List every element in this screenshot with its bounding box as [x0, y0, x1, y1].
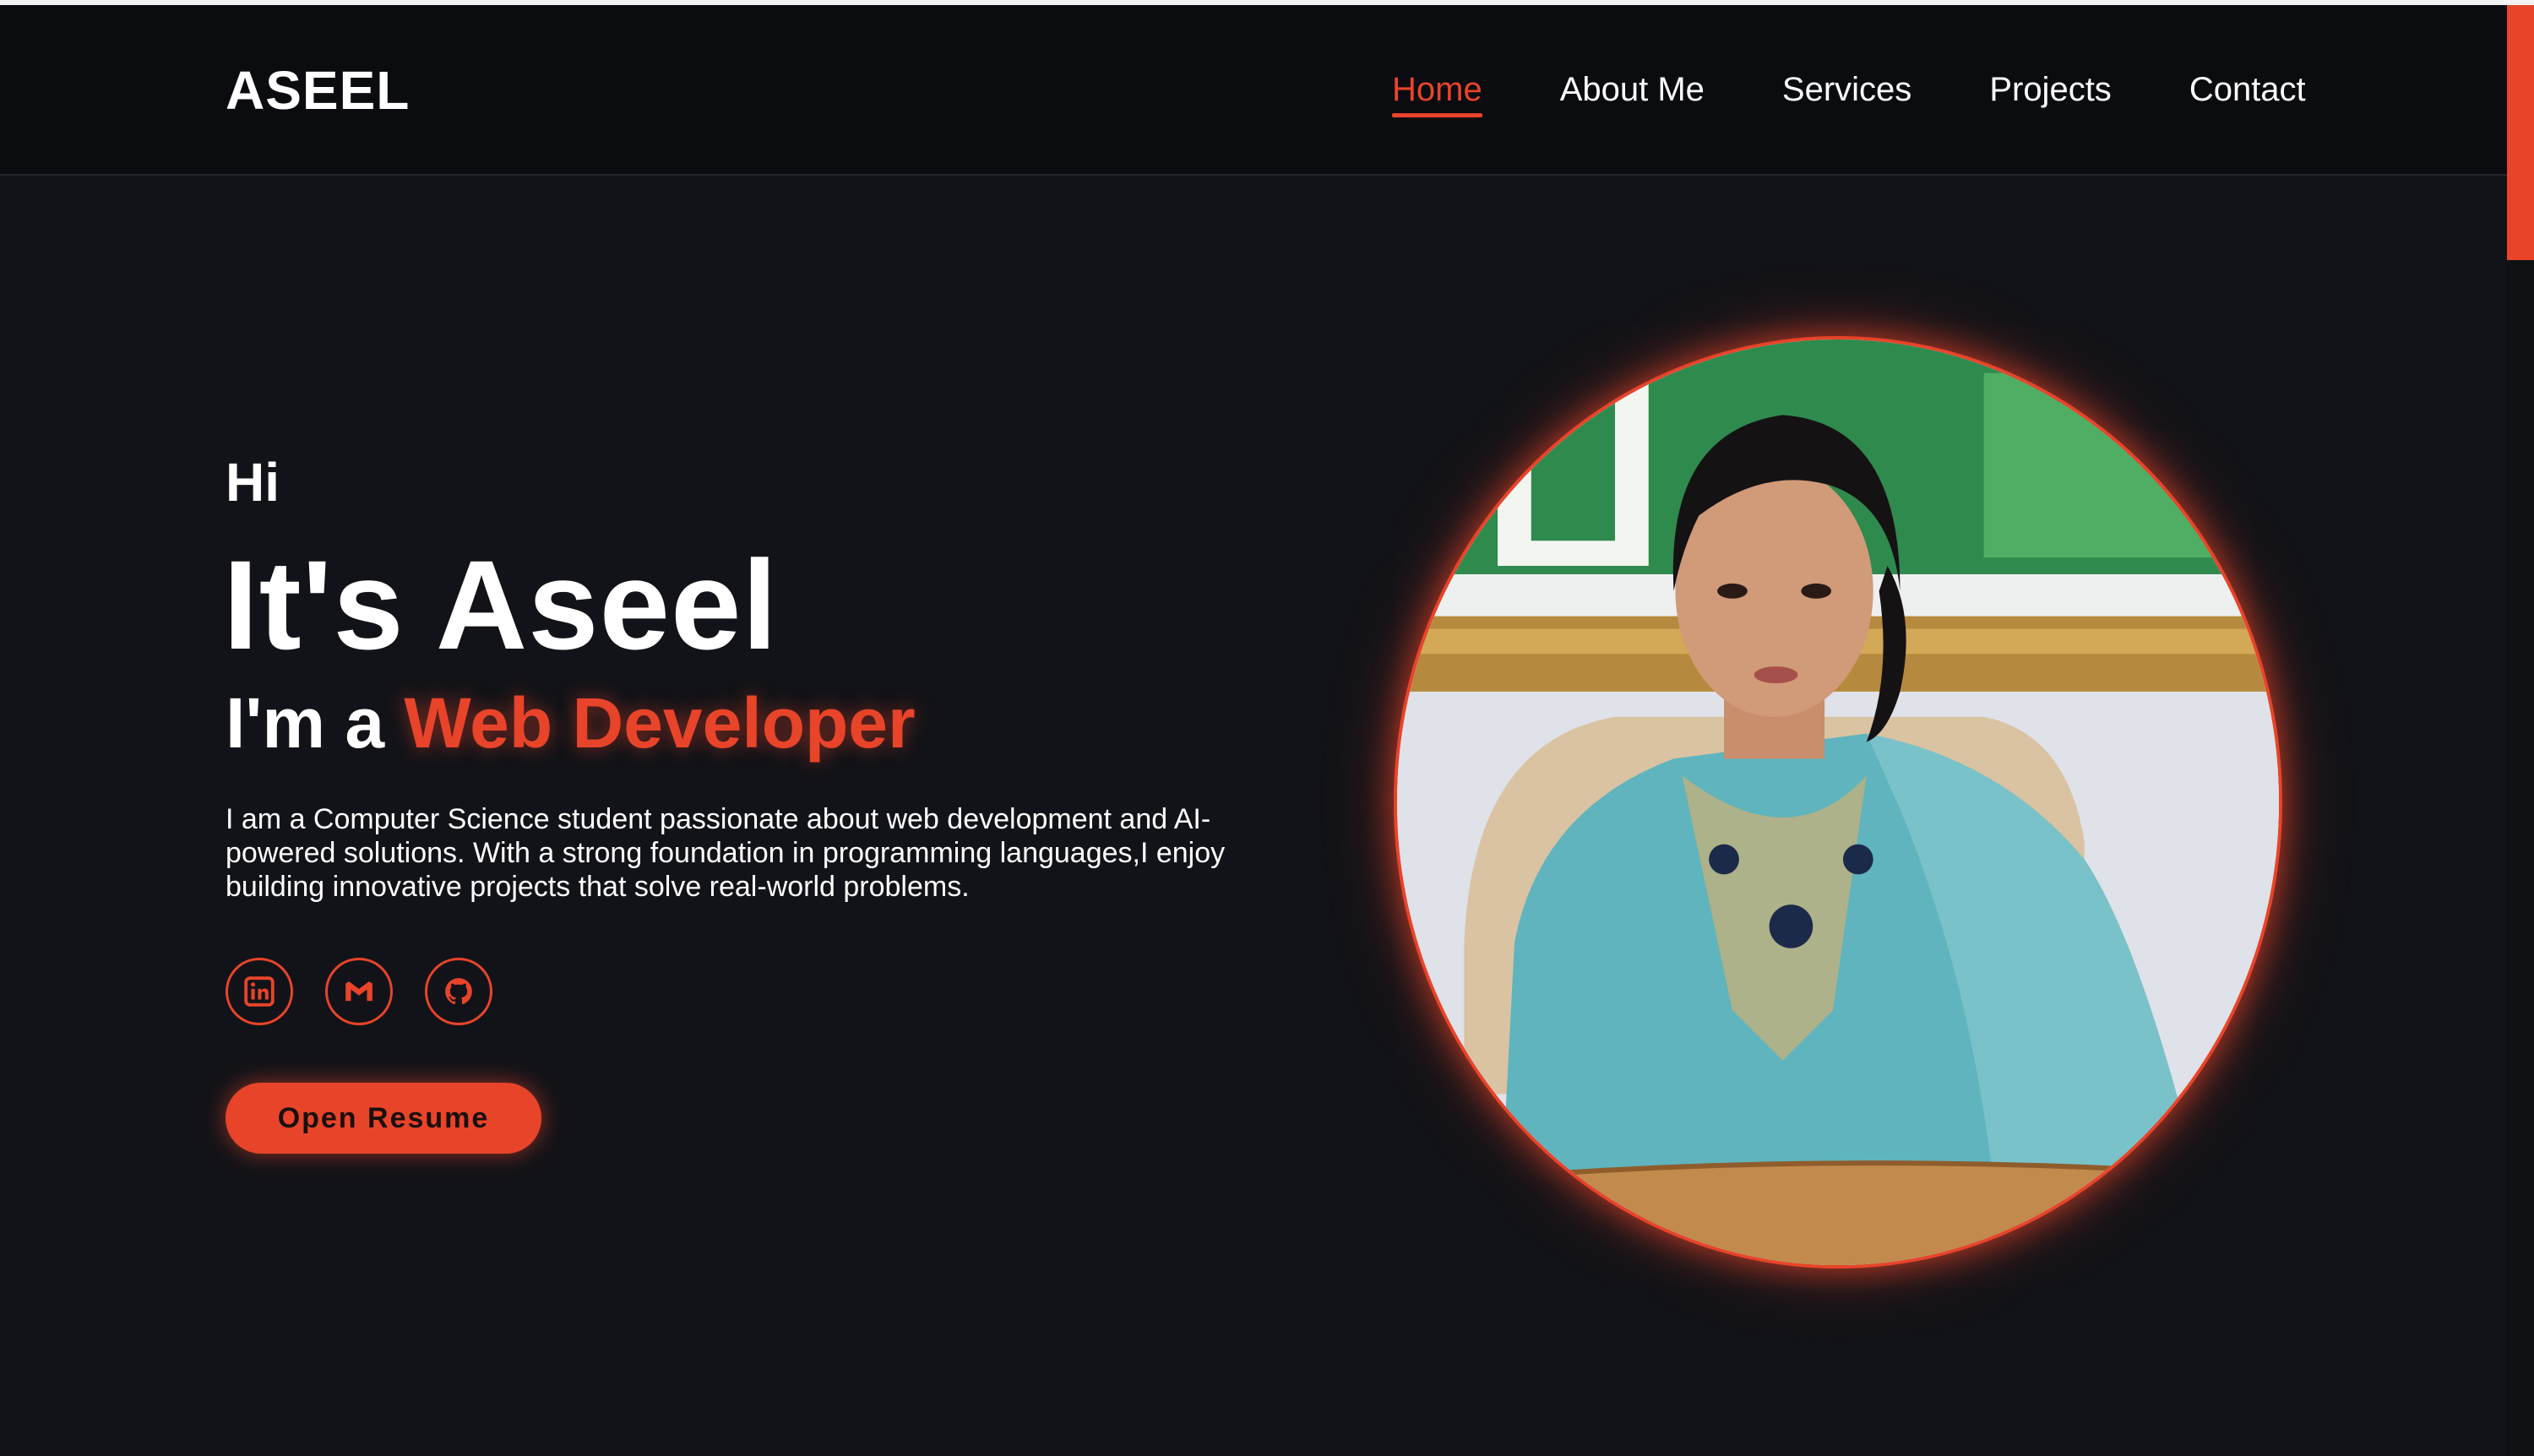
hero-role: I'm a Web Developer	[226, 682, 916, 764]
role-accent: Web Developer	[404, 683, 916, 763]
github-link[interactable]	[425, 958, 492, 1025]
page: ASEEL Home About Me Services Projects Co…	[0, 0, 2534, 1456]
gmail-icon	[345, 981, 372, 1002]
nav-contact[interactable]: Contact	[2189, 71, 2306, 117]
hero-bio: I am a Computer Science student passiona…	[226, 803, 1226, 903]
open-resume-button[interactable]: Open Resume	[226, 1083, 541, 1154]
hero-greeting: Hi	[226, 452, 280, 513]
hero-name: It's Aseel	[223, 534, 779, 676]
main-nav: Home About Me Services Projects Contact	[1392, 71, 2306, 117]
social-links	[226, 958, 492, 1025]
linkedin-link[interactable]	[226, 958, 293, 1025]
site-header: ASEEL Home About Me Services Projects Co…	[0, 5, 2507, 176]
github-icon	[445, 978, 472, 1005]
nav-services[interactable]: Services	[1782, 71, 1911, 117]
profile-photo-illustration	[1397, 340, 2279, 1265]
linkedin-icon	[244, 976, 275, 1007]
site-logo[interactable]: ASEEL	[226, 59, 410, 122]
nav-about-me[interactable]: About Me	[1560, 71, 1705, 117]
scrollbar-thumb[interactable]	[2507, 5, 2534, 260]
role-prefix: I'm a	[226, 683, 385, 763]
gmail-link[interactable]	[325, 958, 393, 1025]
nav-home[interactable]: Home	[1392, 71, 1482, 117]
profile-photo	[1394, 336, 2282, 1269]
nav-projects[interactable]: Projects	[1989, 71, 2112, 117]
